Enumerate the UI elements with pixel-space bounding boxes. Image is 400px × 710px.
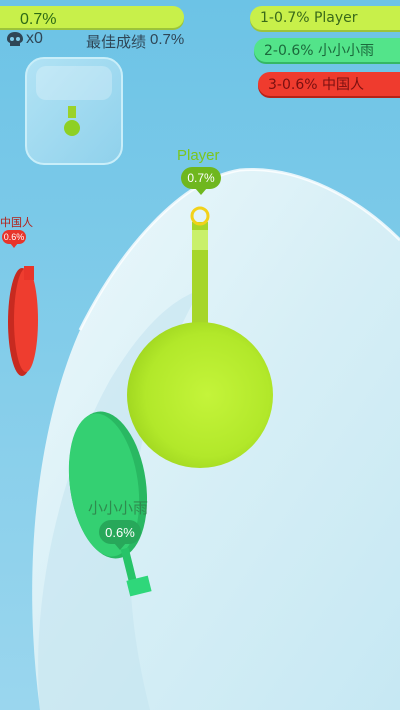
player-bubble-tail (195, 188, 207, 195)
red-percent-bubble: 0.6% (2, 230, 26, 244)
kill-count: x0 (26, 30, 43, 47)
game-world[interactable] (0, 0, 400, 710)
green-bubble-tail (114, 543, 126, 550)
skull-icon (7, 32, 23, 46)
leaderboard-text: 3-0.6% 中国人 (268, 77, 364, 93)
kill-counter: x0 (6, 30, 43, 48)
player-name-label: Player (177, 147, 220, 164)
player-percent-bubble: 0.7% (181, 167, 221, 189)
best-score-label: 最佳成绩 (86, 33, 147, 51)
progress-percent: 0.7% (20, 11, 57, 28)
red-player-name-label: 中国人 (0, 217, 33, 229)
red-opponent (8, 266, 38, 376)
green-percent-bubble: 0.6% (99, 520, 141, 544)
green-percent: 0.6% (105, 524, 135, 540)
leaderboard-row-2: 2-0.6% 小小小雨 (254, 38, 400, 62)
player-ball (127, 322, 273, 468)
red-percent: 0.6% (3, 232, 25, 242)
ice-cube-item (25, 57, 123, 165)
leaderboard-text: 1-0.7% Player (260, 10, 358, 26)
progress-bar: 0.7% (0, 6, 184, 28)
red-bubble-tail (10, 243, 18, 248)
best-score-value: 0.7% (150, 31, 185, 48)
player-percent: 0.7% (187, 171, 215, 185)
leaderboard-row-3: 3-0.6% 中国人 (258, 72, 400, 96)
green-player-name-label: 小小小雨 (88, 500, 149, 517)
leaderboard-text: 2-0.6% 小小小雨 (264, 43, 374, 59)
leaderboard-row-1: 1-0.7% Player (250, 6, 400, 30)
